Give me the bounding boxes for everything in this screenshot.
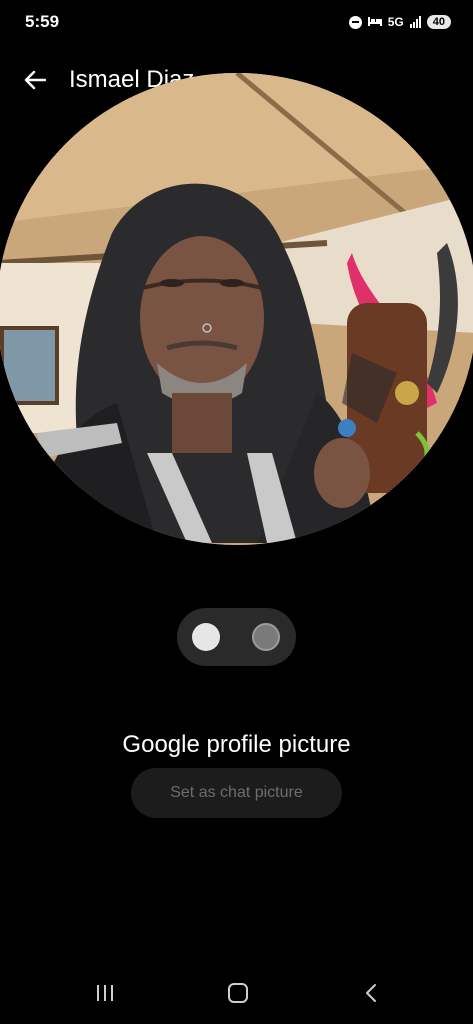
home-icon (228, 983, 248, 1003)
network-type: 5G (387, 15, 404, 29)
pager-dot-other[interactable] (252, 623, 280, 651)
status-icons: 5G 40 (348, 12, 451, 32)
signal-icon (409, 16, 421, 28)
recents-button[interactable] (85, 978, 125, 1008)
do-not-disturb-icon (348, 15, 362, 29)
back-button[interactable] (20, 62, 50, 98)
set-as-chat-picture-button[interactable]: Set as chat picture (131, 768, 342, 818)
status-bar: 5:59 5G 40 (0, 0, 473, 44)
picture-source-label: Google profile picture (122, 731, 351, 758)
home-button[interactable] (218, 978, 258, 1008)
bed-icon (367, 15, 382, 30)
arrow-left-icon (24, 70, 46, 90)
system-back-button[interactable] (351, 978, 391, 1008)
battery-icon: 40 (426, 15, 451, 29)
recents-icon (97, 985, 113, 1001)
status-time: 5:59 (25, 12, 60, 31)
back-icon (366, 984, 376, 1002)
system-nav-bar (0, 968, 473, 1024)
picture-pager (177, 608, 296, 666)
profile-photo (0, 73, 473, 545)
pager-dot-google[interactable] (192, 623, 220, 651)
